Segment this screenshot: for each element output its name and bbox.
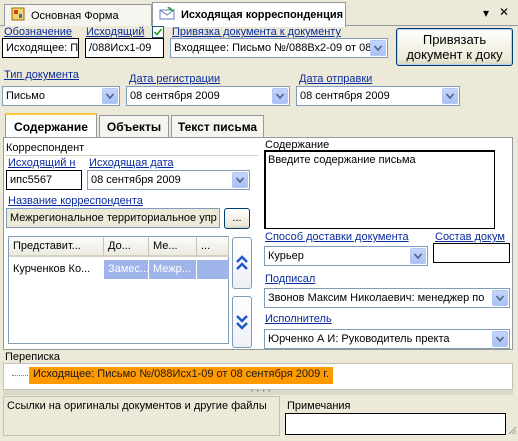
bind-document-button[interactable]: Привязать документ к доку <box>396 28 513 66</box>
tab-outgoing-correspondence[interactable]: Исходящая корреспонденция <box>152 2 346 27</box>
notes-field[interactable] <box>285 413 506 435</box>
executor-label: Исполнитель <box>265 313 332 325</box>
binding-value: Входящее: Письмо №/088Вх2-09 от 08 <box>174 42 372 54</box>
out-date-combo[interactable]: 08 сентября 2009 <box>87 170 250 190</box>
designation-label: Обозначение <box>4 26 73 38</box>
links-panel[interactable]: Ссылки на оригиналы документов и другие … <box>3 396 280 436</box>
tab-main-form-label: Основная Форма <box>31 9 119 22</box>
chevron-down-icon[interactable] <box>232 172 248 188</box>
correspondence-tree[interactable]: Исходящее: Письмо №/088Исх1-09 от 08 сен… <box>3 363 513 390</box>
notes-label: Примечания <box>287 400 351 412</box>
tab-letter-text[interactable]: Текст письма <box>171 115 264 137</box>
resize-grip-icon[interactable] <box>507 425 517 435</box>
executor-value: Юрченко А И: Руководитель пректа <box>268 333 450 345</box>
tab-main-form[interactable]: Основная Форма <box>4 4 152 26</box>
outgoing-number-label: Исходящий <box>86 26 145 38</box>
table-row-cell[interactable]: Курченков Ко... <box>9 260 104 279</box>
tab-menu-icon[interactable]: ▾ <box>483 6 489 20</box>
delivery-value: Курьер <box>268 250 304 262</box>
correspondent-name-field[interactable]: Межрегиональное территориальное упр <box>6 208 220 228</box>
doc-type-value: Письмо <box>6 90 45 102</box>
out-date-label: Исходящая дата <box>89 157 174 169</box>
check-icon <box>153 28 163 36</box>
doc-type-label: Тип документа <box>4 69 80 81</box>
double-chevron-down-icon <box>236 315 248 330</box>
tab-content[interactable]: Содержание <box>5 113 97 138</box>
representatives-grid[interactable]: Представит... До... Ме... ... Курченков … <box>8 236 229 344</box>
executor-combo[interactable]: Юрченко А И: Руководитель пректа <box>264 329 510 349</box>
table-row-cell[interactable]: Замес... <box>104 260 149 279</box>
delivery-label: Способ доставки документа <box>265 231 409 243</box>
designation-field[interactable]: Исходящее: П <box>2 38 79 58</box>
grid-col-representative[interactable]: Представит... <box>9 237 104 257</box>
out-date-value: 08 сентября 2009 <box>91 174 181 186</box>
send-date-combo[interactable]: 08 сентября 2009 <box>296 86 460 106</box>
splitter[interactable]: • • • • <box>3 389 513 395</box>
composition-label: Состав докум <box>435 231 505 243</box>
correspondent-divider <box>6 155 258 156</box>
signed-value: Звонов Максим Николаевич: менеджер по <box>268 292 485 304</box>
form-icon <box>11 7 25 24</box>
chevron-down-icon[interactable] <box>442 88 458 104</box>
correspondent-name-label: Название корреспондента <box>8 195 143 207</box>
table-row-cell[interactable] <box>197 260 229 279</box>
send-date-value: 08 сентября 2009 <box>300 90 390 102</box>
doc-type-combo[interactable]: Письмо <box>2 86 120 106</box>
outgoing-checkbox[interactable] <box>152 26 164 38</box>
out-number-label: Исходящий н <box>8 157 76 169</box>
letter-icon <box>159 5 175 24</box>
content-textarea[interactable]: Введите содержание письма <box>264 150 495 229</box>
delivery-combo[interactable]: Курьер <box>264 246 428 266</box>
chevron-down-icon[interactable] <box>410 248 426 264</box>
grid-col-position[interactable]: До... <box>104 237 149 257</box>
links-label: Ссылки на оригиналы документов и другие … <box>7 400 267 412</box>
chevron-down-icon[interactable] <box>370 40 386 56</box>
correspondent-select-button[interactable]: ... <box>224 208 250 229</box>
binding-label: Привязка документа к документу <box>172 26 341 38</box>
chevron-down-icon[interactable] <box>102 88 118 104</box>
tree-connector <box>12 375 28 376</box>
grid-col-place[interactable]: Ме... <box>149 237 197 257</box>
out-number-field[interactable]: ипс5567 <box>6 170 82 190</box>
content-panel: Корреспондент Исходящий н ипс5567 Исходя… <box>3 137 513 350</box>
chevron-down-icon[interactable] <box>492 290 508 306</box>
reg-date-combo[interactable]: 08 сентября 2009 <box>126 86 290 106</box>
table-row-cell[interactable]: Межр... <box>149 260 197 279</box>
close-icon[interactable]: ✕ <box>499 5 509 19</box>
tab-objects[interactable]: Объекты <box>99 115 169 137</box>
outgoing-number-field[interactable]: /088Исх1-09 <box>85 38 164 58</box>
signed-combo[interactable]: Звонов Максим Николаевич: менеджер по <box>264 288 510 308</box>
chevron-down-icon[interactable] <box>272 88 288 104</box>
tab-outgoing-label: Исходящая корреспонденция <box>181 9 344 21</box>
move-down-button[interactable] <box>232 296 252 348</box>
correspondence-item[interactable]: Исходящее: Письмо №/088Исх1-09 от 08 сен… <box>29 367 334 384</box>
reg-date-label: Дата регистрации <box>129 73 221 85</box>
double-chevron-up-icon <box>236 255 248 270</box>
grid-col-more[interactable]: ... <box>197 237 229 257</box>
correspondent-group-label: Корреспондент <box>6 142 85 154</box>
binding-combo[interactable]: Входящее: Письмо №/088Вх2-09 от 08 <box>170 38 388 58</box>
correspondence-label: Переписка <box>5 351 61 363</box>
reg-date-value: 08 сентября 2009 <box>130 90 220 102</box>
send-date-label: Дата отправки <box>299 73 373 85</box>
chevron-down-icon[interactable] <box>492 331 508 347</box>
move-up-button[interactable] <box>232 237 252 289</box>
signed-label: Подписал <box>265 273 316 285</box>
composition-field[interactable] <box>433 243 510 263</box>
